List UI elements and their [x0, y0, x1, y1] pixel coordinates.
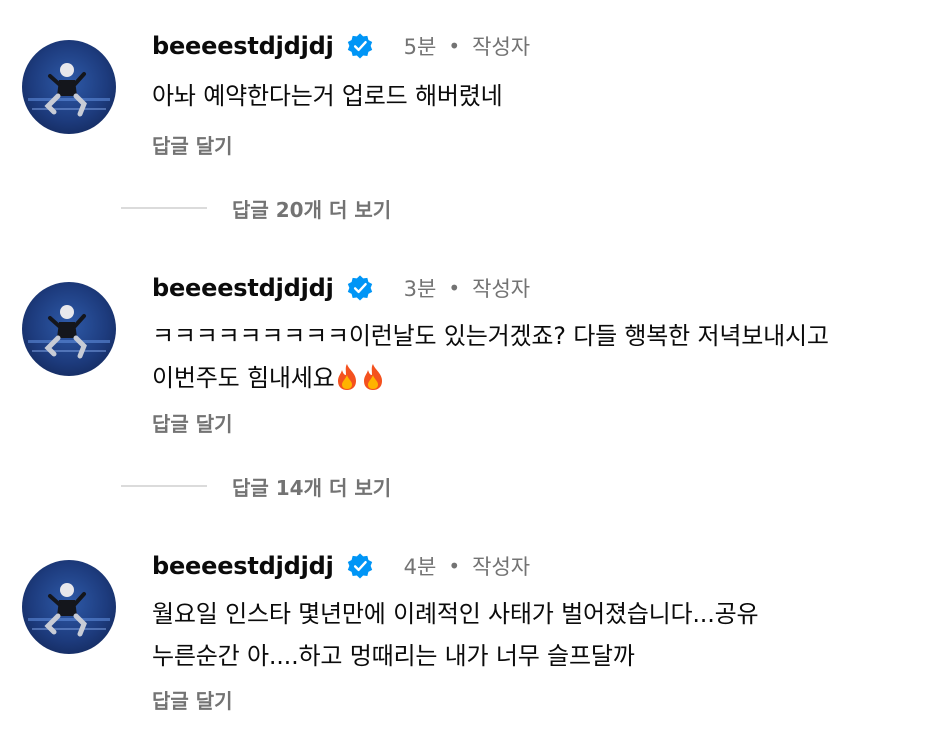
view-replies-button[interactable]: 답글 14개 더 보기 [121, 471, 391, 501]
fire-emoji-icon [338, 364, 357, 390]
comment-line: ㅋㅋㅋㅋㅋㅋㅋㅋㅋ이런날도 있는거겠죠? 다들 행복한 저녁보내시고 [152, 322, 829, 350]
comment-line: 아놔 예약한다는거 업로드 해버렸네 [152, 82, 503, 110]
comment-header: beeeestdjdjdj 3분 • 작성자 [152, 272, 530, 304]
separator-dot: • [448, 276, 461, 300]
author-badge: 작성자 [472, 555, 531, 579]
avatar-photo [28, 63, 110, 117]
separator-dot: • [448, 554, 461, 578]
comment-time: 3분 [403, 277, 437, 301]
comment-line: 이번주도 힘내세요 [152, 364, 335, 392]
avatar[interactable] [22, 282, 116, 376]
author-badge: 작성자 [472, 35, 531, 59]
username[interactable]: beeeestdjdjdj [152, 552, 334, 580]
reply-button[interactable]: 답글 달기 [152, 685, 233, 714]
view-replies-button[interactable]: 답글 20개 더 보기 [121, 193, 391, 223]
comment-header: beeeestdjdjdj 4분 • 작성자 [152, 550, 530, 582]
reply-button[interactable]: 답글 달기 [152, 408, 233, 437]
avatar-photo [28, 305, 110, 359]
comment-text: ㅋㅋㅋㅋㅋㅋㅋㅋㅋ이런날도 있는거겠죠? 다들 행복한 저녁보내시고 이번주도 … [152, 315, 912, 399]
comment-line: 누른순간 아....하고 멍때리는 내가 너무 슬프달까 [152, 642, 635, 670]
comment-line: 월요일 인스타 몇년만에 이례적인 사태가 벌어졌습니다...공유 [152, 600, 759, 628]
separator-dot: • [448, 34, 461, 58]
view-replies-label: 답글 20개 더 보기 [232, 197, 392, 222]
username[interactable]: beeeestdjdjdj [152, 32, 334, 60]
comment-header: beeeestdjdjdj 5분 • 작성자 [152, 30, 530, 62]
comment-text: 월요일 인스타 몇년만에 이례적인 사태가 벌어졌습니다...공유 누른순간 아… [152, 593, 912, 677]
fire-emoji-icon [364, 364, 383, 390]
reply-button[interactable]: 답글 달기 [152, 130, 233, 159]
divider-line [121, 485, 207, 487]
comment-text: 아놔 예약한다는거 업로드 해버렸네 [152, 75, 912, 117]
verified-badge-icon [347, 553, 372, 579]
comment-time: 4분 [403, 555, 437, 579]
verified-badge-icon [347, 275, 372, 301]
username[interactable]: beeeestdjdjdj [152, 274, 334, 302]
verified-badge-icon [347, 33, 372, 59]
author-badge: 작성자 [472, 277, 531, 301]
avatar[interactable] [22, 560, 116, 654]
comment-time: 5분 [403, 35, 437, 59]
divider-line [121, 207, 207, 209]
view-replies-label: 답글 14개 더 보기 [232, 475, 392, 500]
avatar-photo [28, 583, 110, 637]
avatar[interactable] [22, 40, 116, 134]
comment-line-with-emoji: 이번주도 힘내세요 [152, 357, 912, 399]
